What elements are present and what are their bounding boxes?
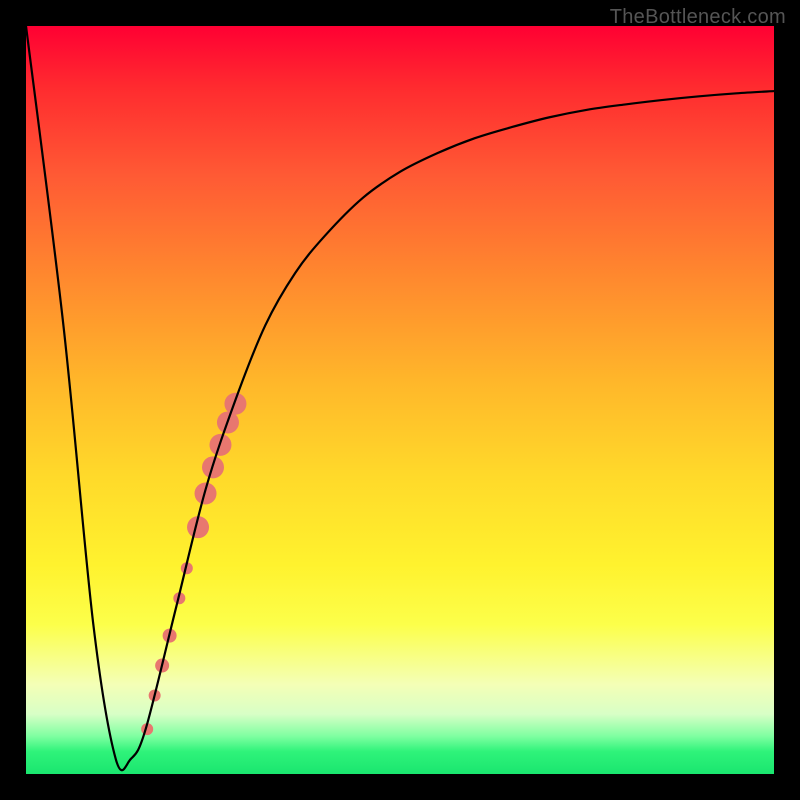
- chart-frame: TheBottleneck.com: [0, 0, 800, 800]
- curve-layer: [26, 26, 774, 774]
- bottleneck-curve: [26, 26, 774, 770]
- watermark-text: TheBottleneck.com: [610, 6, 786, 29]
- plot-area: [26, 26, 774, 774]
- highlight-dot: [224, 393, 246, 415]
